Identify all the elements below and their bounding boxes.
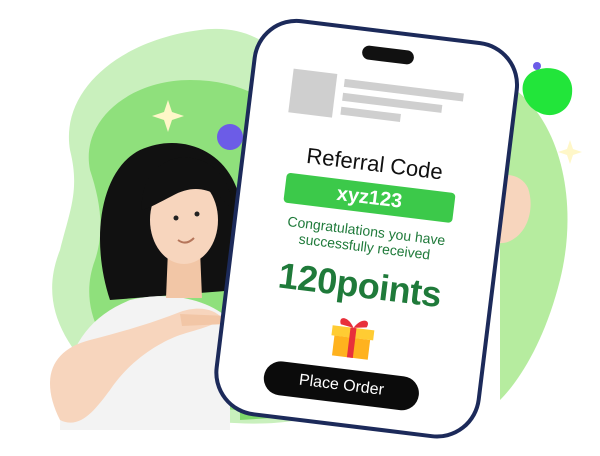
phone-screen: Referral Code xyz123 Congratulations you… (209, 13, 525, 444)
decorative-dot (217, 124, 243, 150)
phone-notch (361, 44, 415, 66)
image-placeholder-icon (288, 68, 338, 118)
referral-code: xyz123 (335, 182, 404, 213)
gift-icon (331, 318, 375, 360)
text-placeholder-line (340, 106, 401, 122)
phone-mockup: Referral Code xyz123 Congratulations you… (208, 13, 546, 456)
woman-eye (194, 211, 200, 217)
sparkle-icon (558, 140, 582, 164)
place-order-button[interactable]: Place Order (261, 359, 421, 413)
woman-eye (173, 215, 179, 221)
